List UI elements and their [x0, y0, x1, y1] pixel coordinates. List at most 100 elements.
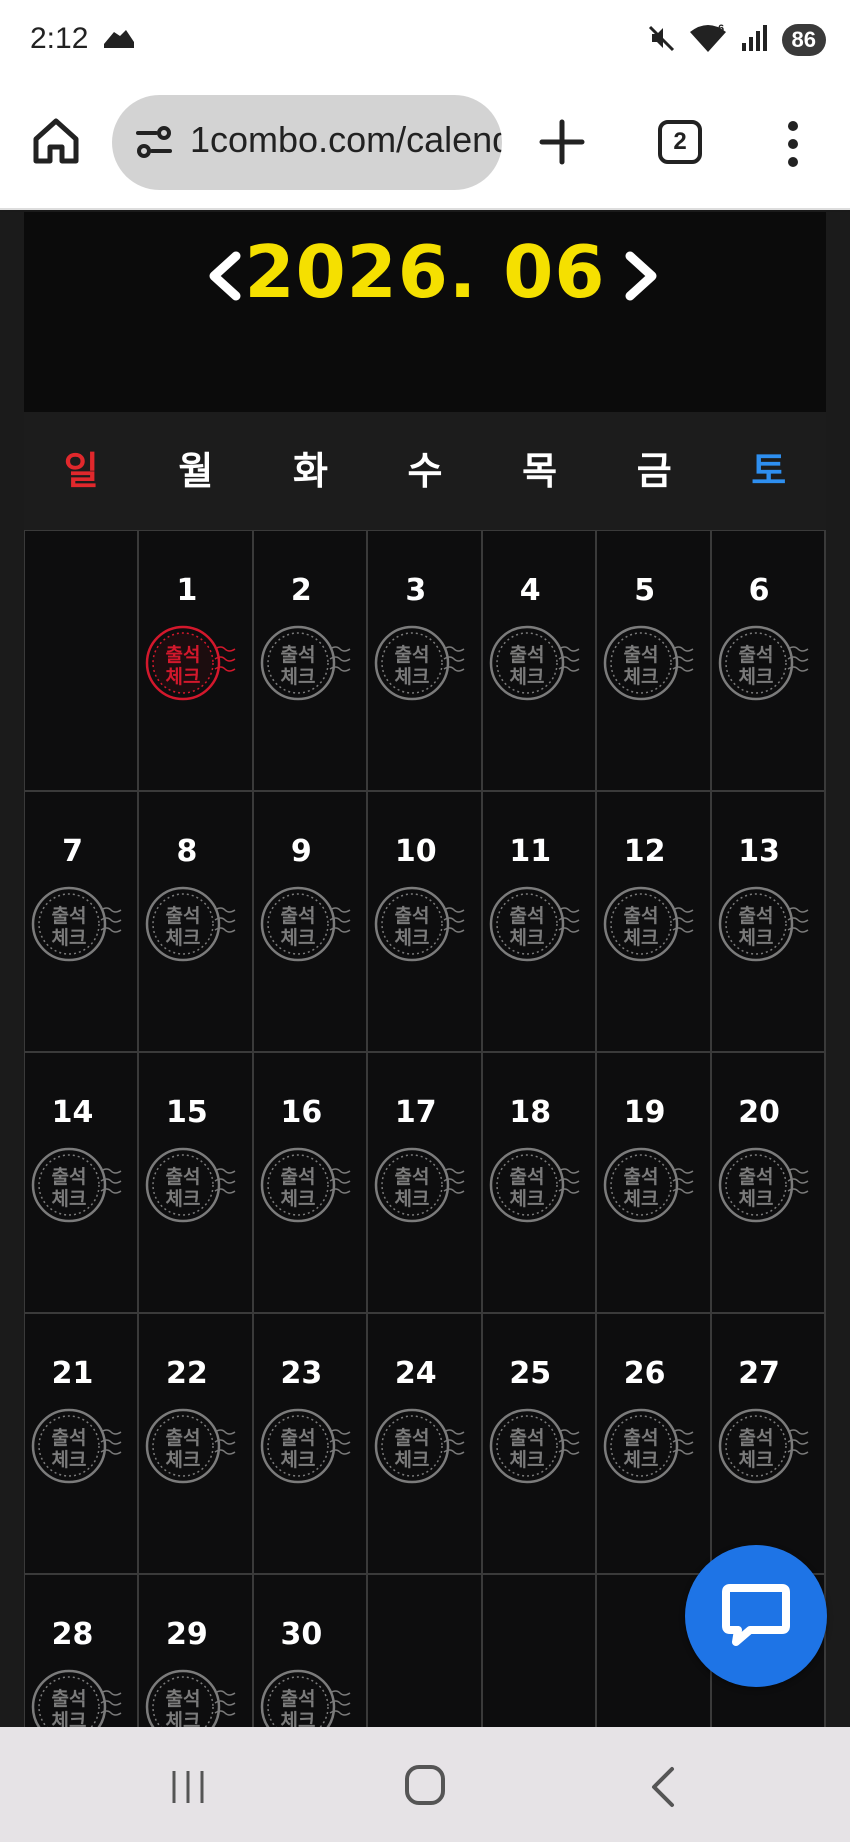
calendar-day-cell[interactable]: 7 출석 체크 — [25, 792, 140, 1053]
day-number: 30 — [280, 1617, 323, 1652]
stamp-text-top: 출석 — [395, 1427, 430, 1449]
day-number: 27 — [738, 1356, 780, 1391]
stamp-text-bottom: 체크 — [280, 666, 315, 688]
silent-mode-icon — [646, 23, 676, 57]
stamp-text-bottom: 체크 — [509, 666, 544, 688]
stamp-text-top: 출석 — [166, 644, 201, 666]
url-text[interactable]: 1combo.com/calendar — [190, 119, 502, 161]
calendar-day-cell[interactable]: 26 출석 체크 — [597, 1314, 712, 1575]
calendar-day-cell[interactable]: 1 출석 체크 — [139, 531, 254, 792]
browser-toolbar: 1combo.com/calendar 2 — [0, 80, 850, 210]
calendar-day-cell[interactable]: 27 출석 체크 — [711, 1314, 826, 1575]
stamp-text-bottom: 체크 — [624, 1188, 659, 1210]
day-number: 14 — [51, 1095, 94, 1130]
battery-indicator: 86 — [781, 24, 826, 56]
stamp-text-top: 출석 — [509, 1166, 544, 1188]
calendar-day-cell[interactable]: 3 출석 체크 — [368, 531, 483, 792]
stamp-text-top: 출석 — [738, 644, 773, 666]
stamp-text-top: 출석 — [280, 905, 315, 927]
attendance-stamp-icon: 출석체크 — [718, 886, 808, 962]
attendance-stamp-icon: 출석체크 — [146, 1669, 236, 1727]
day-number: 12 — [623, 834, 666, 869]
calendar-day-cell[interactable]: 4 출석 체크 — [482, 531, 598, 792]
chevron-right-icon[interactable] — [616, 248, 666, 304]
calendar-day-cell[interactable]: 9 출석 체크 — [253, 792, 369, 1053]
chat-button[interactable] — [685, 1545, 827, 1687]
day-number: 3 — [405, 573, 427, 608]
calendar-day-cell[interactable]: 6 출석 체크 — [711, 531, 826, 792]
attendance-stamp-icon: 출석체크 — [718, 1147, 808, 1223]
day-number: 24 — [394, 1356, 437, 1391]
stamp-text-top: 출석 — [280, 1166, 315, 1188]
nav-back-icon[interactable] — [646, 1765, 682, 1813]
weekday-mon: 월 — [178, 449, 214, 493]
calendar-day-cell[interactable]: 16 출석 체크 — [253, 1053, 369, 1314]
stamp-text-top: 출석 — [52, 905, 87, 927]
calendar-day-cell[interactable]: 8 출석 체크 — [139, 792, 254, 1053]
calendar-day-cell[interactable]: 25 출석 체크 — [482, 1314, 598, 1575]
stamp-text-bottom: 체크 — [509, 927, 544, 949]
site-settings-icon[interactable] — [134, 125, 174, 165]
calendar-day-cell[interactable]: 2 출석 체크 — [253, 531, 369, 792]
nav-home-icon[interactable] — [404, 1763, 446, 1811]
stamp-text-bottom: 체크 — [166, 1449, 201, 1471]
day-number: 25 — [509, 1356, 552, 1391]
calendar-day-cell[interactable]: 23 출석 체크 — [253, 1314, 369, 1575]
attendance-stamp-icon: 출석체크 — [146, 886, 236, 962]
weekday-fri: 금 — [636, 449, 672, 493]
address-bar[interactable]: 1combo.com/calendar — [112, 95, 502, 190]
stamp-text-top: 출석 — [280, 1688, 315, 1710]
day-number: 22 — [166, 1356, 208, 1391]
calendar-day-cell[interactable]: 11 출석 체크 — [482, 792, 598, 1053]
calendar-day-cell[interactable]: 15 출석 체크 — [139, 1053, 254, 1314]
weekday-sat: 토 — [751, 449, 787, 493]
calendar-day-cell[interactable]: 17 출석 체크 — [368, 1053, 483, 1314]
day-number: 18 — [509, 1095, 552, 1130]
calendar-day-cell[interactable]: 12 출석 체크 — [597, 792, 712, 1053]
stamp-text-top: 출석 — [624, 644, 659, 666]
status-icons: 6 86 — [646, 22, 826, 58]
stamp-text-top: 출석 — [52, 1688, 87, 1710]
stamp-text-bottom: 체크 — [52, 1710, 87, 1727]
calendar-day-cell[interactable]: 20 출석 체크 — [711, 1053, 826, 1314]
day-number: 28 — [51, 1617, 94, 1652]
home-icon[interactable] — [30, 115, 82, 167]
calendar-day-cell[interactable]: 5 출석 체크 — [597, 531, 712, 792]
stamp-text-bottom: 체크 — [738, 927, 773, 949]
calendar-day-cell[interactable]: 19 출석 체크 — [597, 1053, 712, 1314]
tabs-icon[interactable]: 2 — [658, 120, 702, 164]
day-number: 13 — [738, 834, 780, 869]
calendar-day-cell[interactable]: 28 출석 체크 — [25, 1575, 140, 1727]
app-notification-icon — [102, 26, 136, 56]
day-number: 9 — [290, 834, 312, 869]
stamp-text-top: 출석 — [280, 644, 315, 666]
calendar-day-cell[interactable]: 30 출석 체크 — [253, 1575, 369, 1727]
calendar-day-cell[interactable]: 18 출석 체크 — [482, 1053, 598, 1314]
attendance-stamp-icon: 출석체크 — [375, 1147, 465, 1223]
day-number: 4 — [519, 573, 541, 608]
day-number: 7 — [62, 834, 83, 869]
empty-day-cell — [25, 531, 140, 792]
attendance-stamp-icon: 출석체크 — [718, 625, 808, 701]
day-number: 19 — [623, 1095, 666, 1130]
weekday-thu: 목 — [522, 449, 558, 493]
attendance-stamp-icon: 출석체크 — [603, 1147, 694, 1223]
stamp-text-bottom: 체크 — [166, 666, 201, 688]
more-vert-icon[interactable] — [778, 118, 808, 170]
attendance-stamp-icon: 출석체크 — [31, 1147, 122, 1223]
day-number: 11 — [509, 834, 552, 869]
recent-apps-icon[interactable] — [168, 1767, 208, 1811]
calendar-day-cell[interactable]: 14 출석 체크 — [25, 1053, 140, 1314]
calendar-day-cell[interactable]: 13 출석 체크 — [711, 792, 826, 1053]
stamp-text-bottom: 체크 — [280, 1710, 315, 1727]
calendar-day-cell[interactable]: 24 출석 체크 — [368, 1314, 483, 1575]
calendar-day-cell[interactable]: 22 출석 체크 — [139, 1314, 254, 1575]
attendance-stamp-icon: 출석체크 — [31, 1669, 122, 1727]
stamp-text-top: 출석 — [166, 1166, 201, 1188]
stamp-text-bottom: 체크 — [280, 1188, 315, 1210]
stamp-text-bottom: 체크 — [395, 666, 430, 688]
calendar-day-cell[interactable]: 29 출석 체크 — [139, 1575, 254, 1727]
calendar-day-cell[interactable]: 10 출석 체크 — [368, 792, 483, 1053]
plus-icon[interactable] — [536, 116, 588, 168]
calendar-day-cell[interactable]: 21 출석 체크 — [25, 1314, 140, 1575]
